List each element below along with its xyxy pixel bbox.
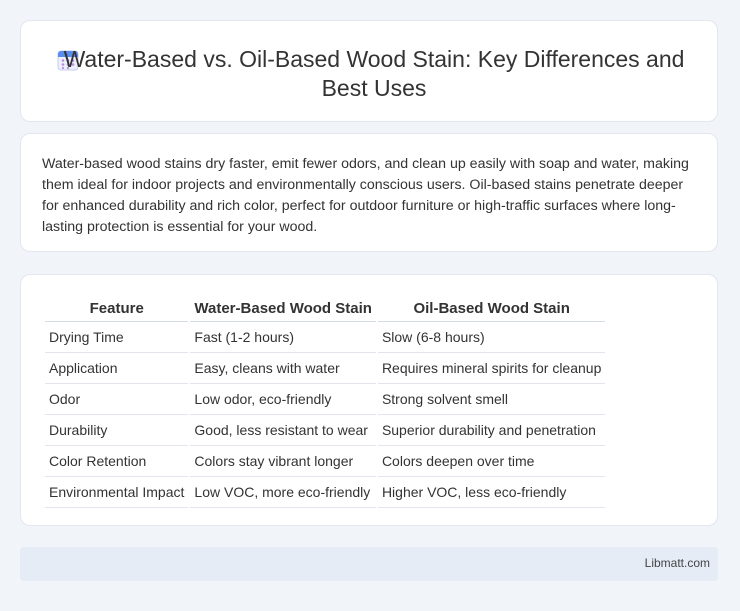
table-row: Environmental Impact Low VOC, more eco-f…: [45, 477, 606, 508]
footer: Libmatt.com: [20, 547, 718, 581]
table-header-row: Feature Water-Based Wood Stain Oil-Based…: [45, 295, 606, 322]
water-based-cell: Easy, cleans with water: [190, 353, 376, 384]
oil-based-cell: Strong solvent smell: [377, 384, 606, 415]
header-feature: Feature: [45, 295, 189, 322]
feature-cell: Odor: [45, 384, 189, 415]
summary-text: Water-based wood stains dry faster, emit…: [42, 156, 689, 235]
summary-card: Water-based wood stains dry faster, emit…: [20, 133, 718, 252]
title-card: Water-Based vs. Oil-Based Wood Stain: Ke…: [20, 20, 718, 122]
table-row: Color Retention Colors stay vibrant long…: [45, 446, 606, 477]
water-based-cell: Colors stay vibrant longer: [190, 446, 376, 477]
feature-cell: Durability: [45, 415, 189, 446]
feature-cell: Drying Time: [45, 322, 189, 353]
oil-based-cell: Higher VOC, less eco-friendly: [377, 477, 606, 508]
page-title: Water-Based vs. Oil-Based Wood Stain: Ke…: [63, 46, 685, 101]
feature-cell: Environmental Impact: [45, 477, 189, 508]
oil-based-cell: Superior durability and penetration: [377, 415, 606, 446]
header-water-based: Water-Based Wood Stain: [190, 295, 376, 322]
comparison-card: Feature Water-Based Wood Stain Oil-Based…: [20, 274, 718, 526]
header-oil-based: Oil-Based Wood Stain: [377, 295, 606, 322]
water-based-cell: Fast (1-2 hours): [190, 322, 376, 353]
table-row: Durability Good, less resistant to wear …: [45, 415, 606, 446]
table-row: Drying Time Fast (1-2 hours) Slow (6-8 h…: [45, 322, 606, 353]
oil-based-cell: Requires mineral spirits for cleanup: [377, 353, 606, 384]
water-based-cell: Low VOC, more eco-friendly: [190, 477, 376, 508]
feature-cell: Color Retention: [45, 446, 189, 477]
table-row: Application Easy, cleans with water Requ…: [45, 353, 606, 384]
footer-site-link[interactable]: Libmatt.com: [645, 556, 710, 570]
oil-based-cell: Colors deepen over time: [377, 446, 606, 477]
water-based-cell: Good, less resistant to wear: [190, 415, 376, 446]
comparison-table: Feature Water-Based Wood Stain Oil-Based…: [43, 295, 607, 508]
water-based-cell: Low odor, eco-friendly: [190, 384, 376, 415]
feature-cell: Application: [45, 353, 189, 384]
table-row: Odor Low odor, eco-friendly Strong solve…: [45, 384, 606, 415]
oil-based-cell: Slow (6-8 hours): [377, 322, 606, 353]
